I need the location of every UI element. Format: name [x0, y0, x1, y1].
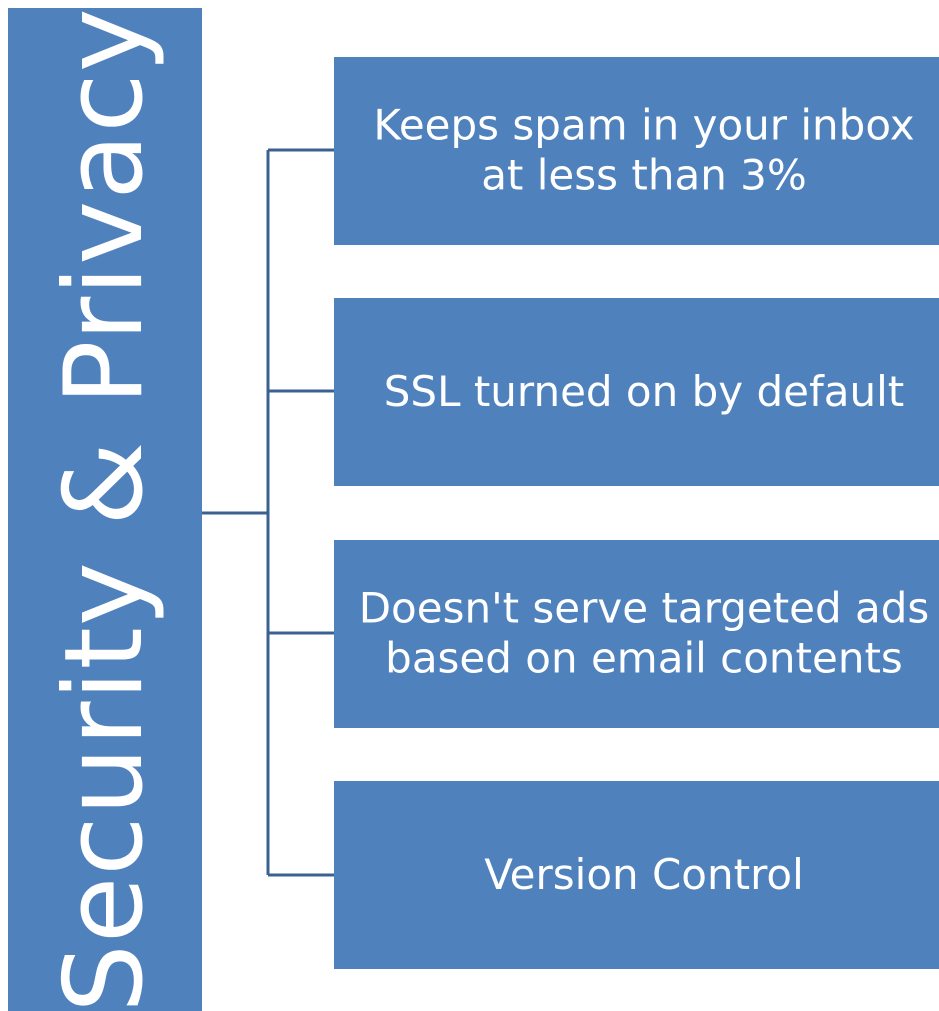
child-node-line: at less than 3%: [481, 151, 807, 200]
child-node-version-control: Version Control: [334, 781, 939, 969]
child-node-line: Version Control: [484, 849, 804, 899]
child-node-line: SSL turned on by default: [383, 366, 905, 416]
child-node-line: based on email contents: [385, 634, 903, 683]
child-node-line: Keeps spam in your inbox: [373, 100, 915, 150]
child-node-ssl: SSL turned on by default: [334, 298, 939, 486]
child-node-ads: Doesn't serve targeted ads based on emai…: [334, 540, 939, 728]
child-node-text: Version Control: [334, 850, 939, 900]
child-node-line: Doesn't serve targeted ads: [358, 583, 930, 633]
child-node-text: Doesn't serve targeted ads based on emai…: [334, 584, 939, 685]
child-node-text: SSL turned on by default: [334, 367, 939, 417]
child-node-text: Keeps spam in your inbox at less than 3%: [334, 101, 939, 202]
child-node-spam: Keeps spam in your inbox at less than 3%: [334, 57, 939, 245]
